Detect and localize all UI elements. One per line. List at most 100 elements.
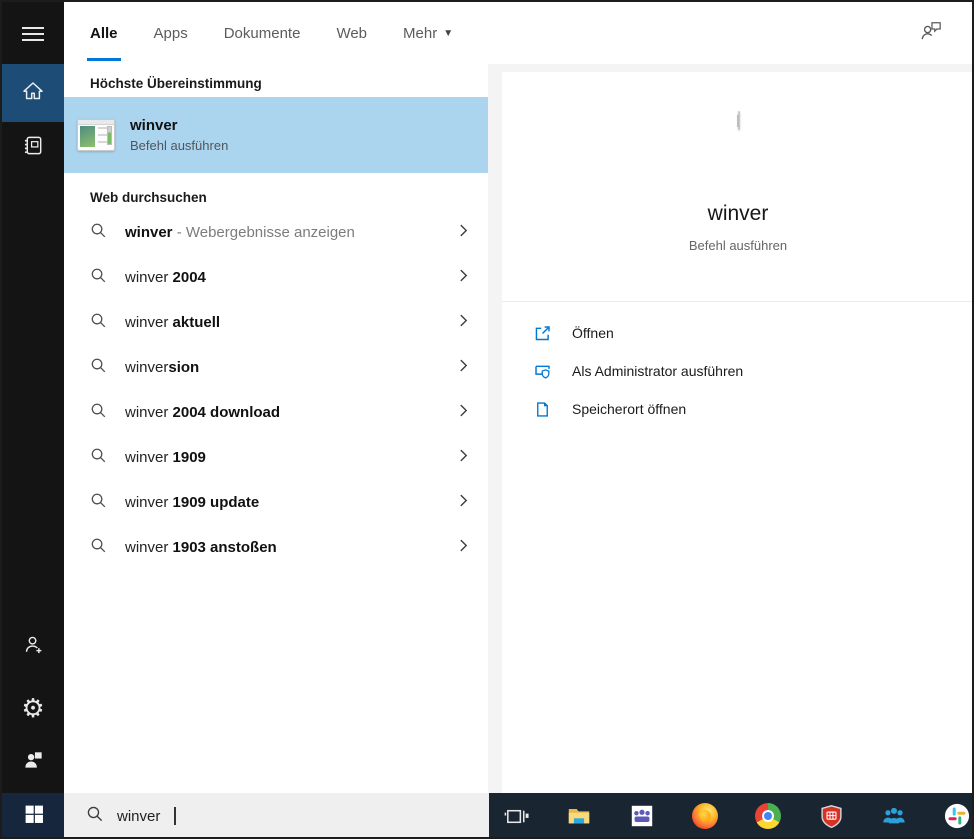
search-query-text: winver xyxy=(117,807,161,825)
suggestion-completion-text: sion xyxy=(168,359,200,376)
web-suggestion-row[interactable]: winver 1903 anstoßen xyxy=(64,525,488,570)
detail-divider xyxy=(502,301,972,302)
text-caret xyxy=(174,807,176,825)
context-action[interactable]: Speicherort öffnen xyxy=(502,390,972,428)
chevron-right-icon xyxy=(459,403,468,423)
web-suggestion-row[interactable]: winver aktuell xyxy=(64,300,488,345)
open-icon xyxy=(532,324,552,343)
suggestion-typed-text: winver xyxy=(125,359,169,376)
results-panel: Höchste Übereinstimmung winver Befehl au… xyxy=(64,64,488,793)
chevron-right-icon xyxy=(459,448,468,468)
file-location-icon xyxy=(532,400,552,419)
suggestion-completion-text: 1909 xyxy=(172,449,206,466)
left-rail: ⚙ xyxy=(2,2,64,793)
chevron-right-icon xyxy=(459,358,468,378)
search-icon xyxy=(90,267,107,289)
pictures-icon xyxy=(22,748,45,776)
web-suggestions-list: winver - Webergebnisse anzeigen winver 2… xyxy=(64,210,488,570)
context-action[interactable]: Als Administrator ausführen xyxy=(502,352,972,390)
slack-icon[interactable] xyxy=(942,801,972,831)
chevron-right-icon xyxy=(459,493,468,513)
settings-button[interactable]: ⚙ xyxy=(2,684,64,732)
security-shield-icon[interactable] xyxy=(816,801,846,831)
chevron-right-icon xyxy=(459,538,468,558)
context-action[interactable]: Öffnen xyxy=(502,314,972,352)
tab-label: Dokumente xyxy=(223,24,301,42)
best-match-result[interactable]: winver Befehl ausführen xyxy=(64,97,488,173)
suggestion-completion-text: aktuell xyxy=(172,314,221,331)
suggestion-completion-text: 2004 xyxy=(172,269,206,286)
web-search-header: Web durchsuchen xyxy=(90,190,207,205)
web-suggestion-row[interactable]: winver 1909 xyxy=(64,435,488,480)
web-suggestion-row[interactable]: winver - Webergebnisse anzeigen xyxy=(64,210,488,255)
chevron-right-icon xyxy=(459,223,468,243)
best-match-subtitle: Befehl ausführen xyxy=(130,138,229,153)
tabs: Alle Apps Dokumente Web Mehr ▼ xyxy=(64,2,972,64)
detail-title: winver xyxy=(707,202,769,225)
search-tabs-bar: Alle Apps Dokumente Web Mehr ▼ xyxy=(64,2,972,64)
account-add-button[interactable] xyxy=(2,623,64,671)
search-icon xyxy=(90,312,107,334)
search-icon xyxy=(90,537,107,559)
admin-shield-icon xyxy=(532,362,552,381)
tab-mehr[interactable]: Mehr ▼ xyxy=(403,2,453,64)
home-icon xyxy=(21,79,45,108)
menu-button[interactable] xyxy=(2,10,64,58)
best-match-header: Höchste Übereinstimmung xyxy=(90,76,262,91)
pictures-button[interactable] xyxy=(2,738,64,786)
suggestion-hint-text: - Webergebnisse anzeigen xyxy=(172,224,355,241)
chrome-icon[interactable] xyxy=(753,801,783,831)
start-button[interactable] xyxy=(2,793,64,837)
winver-app-icon xyxy=(77,119,115,151)
suggestion-typed-text: winver xyxy=(125,449,173,466)
winver-app-icon-large xyxy=(737,111,740,130)
active-tab-underline xyxy=(87,58,121,61)
suggestion-completion-text: 1909 update xyxy=(172,494,260,511)
journal-icon xyxy=(22,134,45,162)
best-match-title: winver xyxy=(130,117,178,134)
feedback-button[interactable] xyxy=(918,18,944,48)
search-icon xyxy=(86,805,104,828)
firefox-icon[interactable] xyxy=(690,801,720,831)
tab-web[interactable]: Web xyxy=(336,2,367,64)
web-suggestion-row[interactable]: winver 1909 update xyxy=(64,480,488,525)
dropdown-caret-icon: ▼ xyxy=(443,27,454,39)
person-feedback-icon xyxy=(918,22,944,47)
tab-label: Web xyxy=(336,24,368,42)
person-add-icon xyxy=(22,633,45,661)
tab-dokumente[interactable]: Dokumente xyxy=(224,2,301,64)
detail-subtitle: Befehl ausführen xyxy=(688,238,788,253)
web-suggestion-row[interactable]: winversion xyxy=(64,345,488,390)
file-explorer-icon[interactable] xyxy=(564,801,594,831)
windows-logo-icon xyxy=(23,803,44,829)
teams-icon[interactable] xyxy=(627,801,657,831)
tab-apps[interactable]: Apps xyxy=(154,2,188,64)
suggestion-typed-text: winver xyxy=(125,314,173,331)
suggestion-typed-text: winver xyxy=(125,539,173,556)
action-label: Öffnen xyxy=(572,325,614,341)
contacts-icon[interactable] xyxy=(879,801,909,831)
action-label: Als Administrator ausführen xyxy=(572,363,744,379)
suggestion-typed-text: winver xyxy=(125,494,173,511)
taskbar xyxy=(489,793,972,837)
search-icon xyxy=(90,222,107,244)
tab-label: Mehr xyxy=(403,24,438,42)
web-suggestion-row[interactable]: winver 2004 xyxy=(64,255,488,300)
web-suggestion-row[interactable]: winver 2004 download xyxy=(64,390,488,435)
tab-alle[interactable]: Alle xyxy=(87,2,121,64)
search-icon xyxy=(90,357,107,379)
suggestion-completion-text: 1903 anstoßen xyxy=(172,539,277,556)
home-button[interactable] xyxy=(2,64,64,122)
search-input[interactable]: winver xyxy=(64,793,489,837)
journal-button[interactable] xyxy=(2,124,64,172)
suggestion-completion-text: winver xyxy=(125,224,173,241)
action-label: Speicherort öffnen xyxy=(572,401,687,417)
actions-list: Öffnen Als Administrator ausführen Speic… xyxy=(502,314,972,428)
suggestion-completion-text: 2004 download xyxy=(172,404,281,421)
search-icon xyxy=(90,402,107,424)
chevron-right-icon xyxy=(459,268,468,288)
tab-label: Apps xyxy=(153,24,188,42)
task-view-icon[interactable] xyxy=(501,801,531,831)
tab-label: Alle xyxy=(90,24,118,42)
detail-panel: winver Befehl ausführen Öffnen Als Admin… xyxy=(502,72,972,793)
